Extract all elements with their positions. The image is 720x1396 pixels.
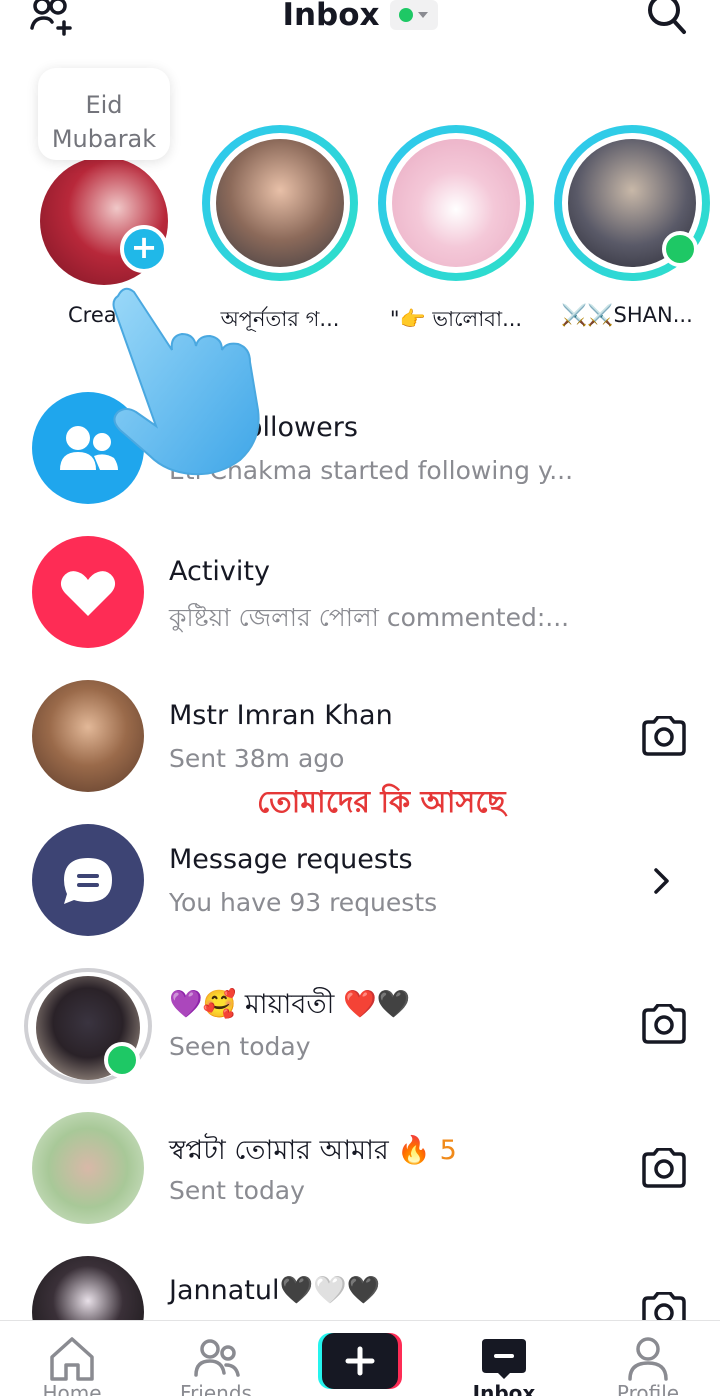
row-title: Mstr Imran Khan	[169, 700, 393, 731]
status-dropdown[interactable]	[389, 0, 438, 30]
list-item-chat[interactable]: স্বপ্নটা তোমার আমার 🔥 5 Sent today	[0, 1112, 720, 1256]
avatar	[216, 139, 344, 267]
row-subtitle: Sent 38m ago	[169, 744, 345, 773]
overlay-caption: তোমাদের কি আসছে	[257, 785, 506, 820]
heart-icon	[32, 536, 144, 648]
row-title: 💜🥰 মায়াবতী ❤️🖤	[169, 989, 411, 1020]
avatar	[32, 1112, 144, 1224]
story-label: "👉 ভালোবা...	[389, 307, 523, 331]
home-icon	[48, 1335, 96, 1381]
story-label: ⚔️⚔️SHAN...	[561, 303, 693, 327]
plus-icon[interactable]: +	[120, 225, 168, 273]
avatar	[392, 139, 520, 267]
online-status-icon	[662, 231, 698, 267]
page-title: Inbox	[282, 0, 380, 33]
row-title: Jannatul🖤🤍🖤	[169, 1275, 381, 1306]
nav-home[interactable]: Home	[0, 1321, 144, 1396]
online-status-icon	[104, 1042, 140, 1078]
list-item-chat[interactable]: 💜🥰 মায়াবতী ❤️🖤 Seen today	[0, 968, 720, 1112]
chat-bubble-icon	[32, 824, 144, 936]
row-subtitle: কুষ্টিয়া জেলার পোলা commented:...	[169, 603, 570, 632]
caret-down-icon	[417, 12, 428, 18]
nav-label: Inbox	[472, 1381, 536, 1396]
camera-icon[interactable]	[640, 1003, 688, 1044]
nav-friends[interactable]: Friends	[144, 1321, 288, 1396]
row-subtitle: Seen today	[169, 1032, 311, 1061]
row-title: Message requests	[169, 844, 413, 875]
create-post-button[interactable]	[318, 1333, 402, 1389]
note-bubble[interactable]: Eid Mubarak	[38, 68, 170, 160]
avatar	[32, 680, 144, 792]
note-text: Eid	[85, 91, 123, 119]
nav-label: Friends	[180, 1381, 252, 1396]
search-icon[interactable]	[644, 0, 690, 40]
list-item-activity[interactable]: Activity কুষ্টিয়া জেলার পোলা commented:…	[0, 536, 720, 680]
row-subtitle: You have 93 requests	[169, 888, 438, 917]
nav-inbox[interactable]: Inbox	[432, 1321, 576, 1396]
profile-icon	[624, 1335, 672, 1381]
chevron-right-icon[interactable]	[650, 866, 674, 896]
row-title: স্বপ্নটা তোমার আমার 🔥 5	[169, 1130, 457, 1175]
friends-icon	[192, 1335, 240, 1381]
row-title: Activity	[169, 556, 270, 587]
inbox-icon	[480, 1335, 528, 1381]
note-text: Mubarak	[51, 125, 157, 153]
row-subtitle: Sent today	[169, 1176, 305, 1205]
online-status-icon	[398, 8, 413, 22]
nav-label: Profile	[616, 1381, 680, 1396]
header: Inbox	[0, 0, 720, 60]
tutorial-hand-icon	[100, 280, 280, 490]
streak-count: 5	[439, 1135, 457, 1166]
camera-icon[interactable]	[640, 1147, 688, 1188]
list-item-message-requests[interactable]: Message requests You have 93 requests	[0, 824, 720, 968]
nav-label: Home	[42, 1381, 102, 1396]
camera-icon[interactable]	[640, 715, 688, 756]
nav-profile[interactable]: Profile	[576, 1321, 720, 1396]
row-title-text: স্বপ্নটা তোমার আমার 🔥	[169, 1135, 431, 1166]
bottom-nav: Home Friends Inbox Profile	[0, 1320, 720, 1396]
